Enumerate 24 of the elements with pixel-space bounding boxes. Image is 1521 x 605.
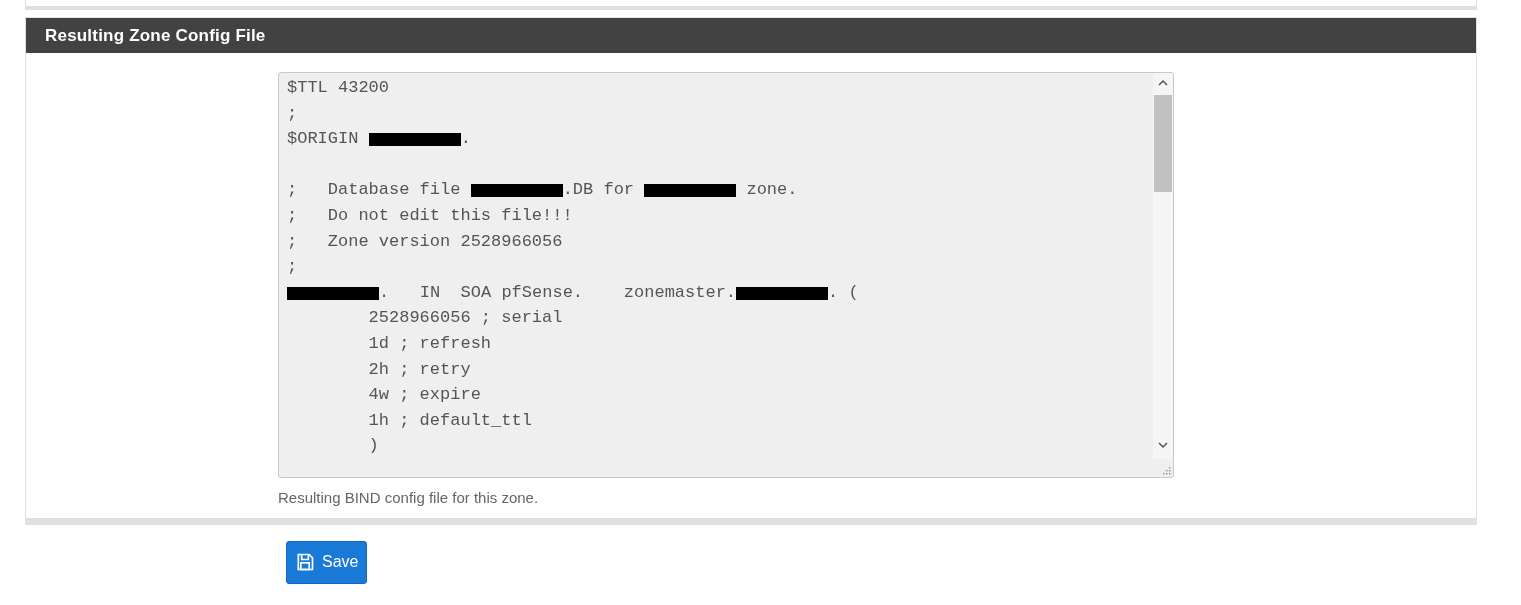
- code-text: 2h ; retry: [367, 359, 471, 379]
- code-text: .: [460, 129, 471, 149]
- code-text: 2528966056 ; serial: [367, 308, 563, 328]
- code-text: 1h ; default_ttl: [367, 410, 532, 430]
- config-textarea[interactable]: [278, 72, 1174, 478]
- save-button[interactable]: Save: [286, 540, 368, 584]
- scrollbar[interactable]: [1153, 73, 1173, 459]
- code-text: ; Zone version 2528966056: [287, 231, 563, 251]
- code-text: . IN SOA pfSense. zonemaster.: [379, 282, 737, 302]
- code-text: . (: [828, 282, 859, 302]
- code-text: 1d ; refresh: [367, 333, 492, 353]
- code-text: ; Do not edit this file!!!: [287, 205, 573, 225]
- panel-title: Resulting Zone Config File: [45, 24, 266, 47]
- code-text: ;: [287, 257, 298, 277]
- code-text: ): [367, 436, 379, 456]
- code-text: .DB for: [562, 180, 636, 200]
- code-text: $TTL 43200: [287, 78, 390, 97]
- code-text: zone.: [745, 180, 798, 200]
- code-text: ; Database file: [287, 180, 462, 200]
- code-text: ;: [287, 103, 298, 123]
- help-text: Resulting BIND config file for this zone.: [278, 488, 540, 508]
- resize-handle-icon[interactable]: [1161, 465, 1171, 475]
- code-text: $ORIGIN: [287, 129, 360, 149]
- code-text: 4w ; expire: [367, 385, 481, 405]
